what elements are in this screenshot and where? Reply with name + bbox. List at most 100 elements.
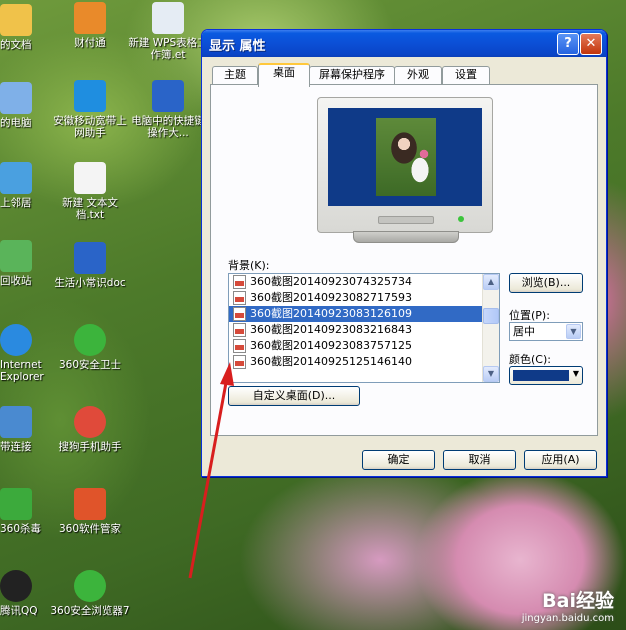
question-mark-icon: ? [564,36,572,51]
background-list-item[interactable]: 360截图20140923083216843 [229,322,499,338]
desktop-icon-txt[interactable]: 新建 文本文档.txt [50,162,130,221]
desktop-icon-360av[interactable]: 360杀毒 [0,488,50,535]
preview-screen [328,108,482,206]
desktop-icon-label: 360软件管家 [58,523,122,535]
desktop-icon-label: 360安全卫士 [58,359,122,371]
desktop-icon-label: 回收站 [0,275,32,287]
desktop-icon-label: 生活小常识doc [54,277,126,289]
image-file-icon [233,323,246,337]
chevron-down-icon: ▼ [566,324,581,339]
help-button[interactable]: ? [557,33,579,55]
desktop-icon-mobile[interactable]: 安徽移动宽带上网助手 [50,80,130,139]
recycle-bin-icon [0,240,32,272]
desktop-icon-label: 搜狗手机助手 [58,441,122,453]
desktop-tab-panel: 背景(K): 360截图20140923074325734 360截图201409… [210,84,598,436]
background-list-item[interactable]: 360截图20140925125146140 [229,354,499,370]
tab-label: 屏幕保护程序 [319,68,385,81]
desktop-icon-label: 腾讯QQ [0,605,38,617]
desktop-icon-qq[interactable]: 腾讯QQ [0,570,50,617]
360-antivirus-icon [0,488,32,520]
desktop-icon-label: 360安全浏览器7 [50,605,130,617]
network-icon [0,162,32,194]
dialog-title: 显示 属性 [209,39,266,54]
listbox-scrollbar[interactable]: ▲ ▼ [482,274,499,382]
monitor-power-led [458,216,464,222]
desktop-icon-doc[interactable]: 生活小常识doc [50,242,130,289]
desktop-icon-network[interactable]: 上邻居 [0,162,50,209]
wallpaper-preview-image [376,118,436,196]
sogou-assistant-icon [74,406,106,438]
tab-appearance[interactable]: 外观 [394,66,442,84]
position-value: 居中 [513,325,535,338]
computer-icon [0,82,32,114]
watermark-logo: Bai经验 [542,590,614,612]
background-list-item-label: 360截图20140925125146140 [250,355,412,368]
desktop-icon-mycomputer[interactable]: 的电脑 [0,82,50,129]
text-file-icon [74,162,106,194]
folder-icon [0,4,32,36]
desktop-icon-label: Internet Explorer [0,359,44,383]
tab-label: 桌面 [273,66,295,79]
position-select[interactable]: 居中 ▼ [509,322,583,341]
desktop-icon-label: 财付通 [74,37,106,49]
desktop-icon-label: 上邻居 [0,197,32,209]
tab-settings[interactable]: 设置 [442,66,490,84]
background-list-item-label: 360截图20140923083757125 [250,339,412,352]
apply-button[interactable]: 应用(A) [524,450,597,470]
mobile-broadband-icon [74,80,106,112]
desktop-icon-label: 新建 WPS表格工作簿.et [128,37,208,61]
ok-button[interactable]: 确定 [362,450,435,470]
word-document-icon [74,242,106,274]
background-label: 背景(K): [228,259,270,272]
display-properties-dialog: 显示 属性 ? ✕ 主题 桌面 屏幕保护程序 外观 设置 背景(K): 360截… [201,29,607,477]
desktop-icon-sogou[interactable]: 搜狗手机助手 [50,406,130,453]
scroll-thumb[interactable] [483,308,499,324]
desktop-icon-documents[interactable]: 的文档 [0,4,50,51]
360-software-manager-icon [74,488,106,520]
tab-desktop[interactable]: 桌面 [258,63,310,87]
scroll-up-arrow-icon[interactable]: ▲ [483,274,499,290]
desktop-icon-label: 带连接 [0,441,32,453]
desktop-icon-caifutong[interactable]: 财付通 [50,2,130,49]
background-list-item-label: 360截图20140923083216843 [250,323,412,336]
background-list-item[interactable]: 360截图20140923082717593 [229,290,499,306]
image-file-icon [233,339,246,353]
color-picker-button[interactable]: ▼ [509,366,583,385]
image-file-icon [233,275,246,289]
desktop-icon-360manager[interactable]: 360软件管家 [50,488,130,535]
color-swatch [513,370,569,381]
background-listbox[interactable]: 360截图20140923074325734 360截图2014092308271… [228,273,500,383]
desktop-icon-broadband[interactable]: 带连接 [0,406,50,453]
internet-explorer-icon [0,324,32,356]
dialog-titlebar[interactable]: 显示 属性 ? ✕ [202,30,606,57]
desktop-icon-ie[interactable]: Internet Explorer [0,324,50,383]
desktop-icon-label: 的电脑 [0,117,32,129]
background-list-item-label: 360截图20140923074325734 [250,275,412,288]
background-list-item-label: 360截图20140923082717593 [250,291,412,304]
image-file-icon [233,307,246,321]
close-button[interactable]: ✕ [580,33,602,55]
desktop-icon-wps[interactable]: 新建 WPS表格工作簿.et [128,2,208,61]
browse-button[interactable]: 浏览(B)... [509,273,583,293]
color-label: 颜色(C): [509,353,551,366]
customize-desktop-button[interactable]: 自定义桌面(D)... [228,386,360,406]
broadband-connection-icon [0,406,32,438]
desktop-icon-360safe[interactable]: 360安全卫士 [50,324,130,371]
background-list-item[interactable]: 360截图20140923074325734 [229,274,499,290]
desktop-icon-recycle[interactable]: 回收站 [0,240,50,287]
watermark-url: jingyan.baidu.com [521,613,614,624]
tab-label: 外观 [407,68,429,81]
monitor-drive-slot [378,216,434,224]
desktop-icon-shortcuts-doc[interactable]: 电脑中的快捷键操作大... [128,80,208,139]
desktop-icon-360browser[interactable]: 360安全浏览器7 [50,570,130,617]
desktop-icon-label: 360杀毒 [0,523,42,535]
spreadsheet-icon [152,2,184,34]
tab-themes[interactable]: 主题 [212,66,258,84]
background-list-item[interactable]: 360截图20140923083757125 [229,338,499,354]
tab-label: 主题 [224,68,246,81]
scroll-down-arrow-icon[interactable]: ▼ [483,366,499,382]
tab-screensaver[interactable]: 屏幕保护程序 [309,66,395,84]
desktop-icon-label: 新建 文本文档.txt [62,197,118,221]
cancel-button[interactable]: 取消 [443,450,516,470]
background-list-item[interactable]: 360截图20140923083126109 [229,306,499,322]
